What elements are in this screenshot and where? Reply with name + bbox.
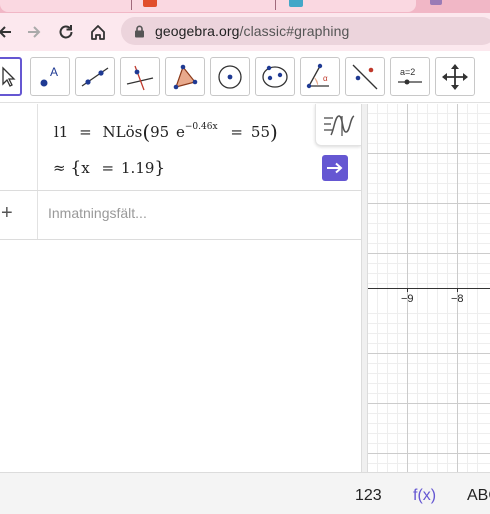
home-icon[interactable] [87,21,109,43]
tool-move-graphics[interactable] [435,57,475,96]
tab-favicon[interactable] [430,0,442,5]
forward-icon[interactable] [23,21,45,43]
back-icon[interactable] [0,21,16,43]
line-tool-icon [81,66,109,87]
circle-center-point-icon [218,64,242,89]
graphics-view[interactable]: −9 −8 [368,104,490,472]
browser-tab-strip [0,0,490,13]
x-tick-label: −8 [451,293,464,305]
row-separator [0,239,361,240]
algebra-view: l1 = NLös(95 e−0.46x = 55) ≈ {x = 1.19} + … [0,104,361,472]
tool-circle[interactable] [210,57,250,96]
cursor-arrow-icon [2,65,16,87]
reload-icon[interactable] [55,21,77,43]
algebra-margin-divider [37,104,38,239]
tab-separator [131,0,132,10]
graph-style-icon [323,114,355,136]
angle-icon: α [306,63,329,88]
algebra-expression[interactable]: l1 = NLös(95 e−0.46x = 55) [54,118,278,144]
svg-text:α: α [323,74,328,83]
view-splitter[interactable] [361,104,368,472]
ellipse-icon [262,65,288,88]
geogebra-toolbar: A α a=2 [0,51,490,103]
lock-icon[interactable] [134,25,145,43]
tool-ellipse[interactable] [255,57,295,96]
tool-reflect[interactable] [345,57,385,96]
tool-slider[interactable]: a=2 [390,57,430,96]
address-bar[interactable]: geogebra.org/classic#graphing [121,17,490,45]
svg-text:A: A [50,65,58,79]
graphics-grid [368,104,490,472]
perpendicular-line-icon [126,65,154,90]
polygon-icon [173,64,198,89]
tab-separator [275,0,276,10]
add-item-icon[interactable]: + [1,202,13,225]
move-graphics-icon [442,63,468,90]
browser-tab-active[interactable] [0,0,416,12]
tool-angle[interactable]: α [300,57,340,96]
algebra-result: ≈ {x = 1.19} [53,158,166,178]
algebra-input-field[interactable]: Inmatningsfält... [48,205,147,221]
algebra-style-button[interactable] [315,104,361,146]
keyboard-bar: 123 f(x) ABC [0,472,490,514]
numbers-keyboard-tab[interactable]: 123 [355,487,382,505]
url-text: geogebra.org/classic#graphing [155,23,350,39]
tool-line[interactable] [75,57,115,96]
reflect-line-icon [352,64,378,89]
slider-icon: a=2 [398,67,422,84]
letters-keyboard-tab[interactable]: ABC [467,487,490,505]
tab-favicon[interactable] [143,0,157,7]
tool-perpendicular[interactable] [120,57,160,96]
functions-keyboard-tab[interactable]: f(x) [413,487,436,505]
row-separator [0,190,361,191]
point-tool-icon: A [40,65,58,86]
tab-favicon[interactable] [289,0,303,7]
output-toggle-button[interactable] [322,155,348,181]
arrow-right-icon [327,162,343,174]
svg-text:a=2: a=2 [400,67,415,77]
tool-move[interactable] [0,57,22,96]
tool-polygon[interactable] [165,57,205,96]
x-tick-label: −9 [401,293,414,305]
tool-point[interactable]: A [30,57,70,96]
